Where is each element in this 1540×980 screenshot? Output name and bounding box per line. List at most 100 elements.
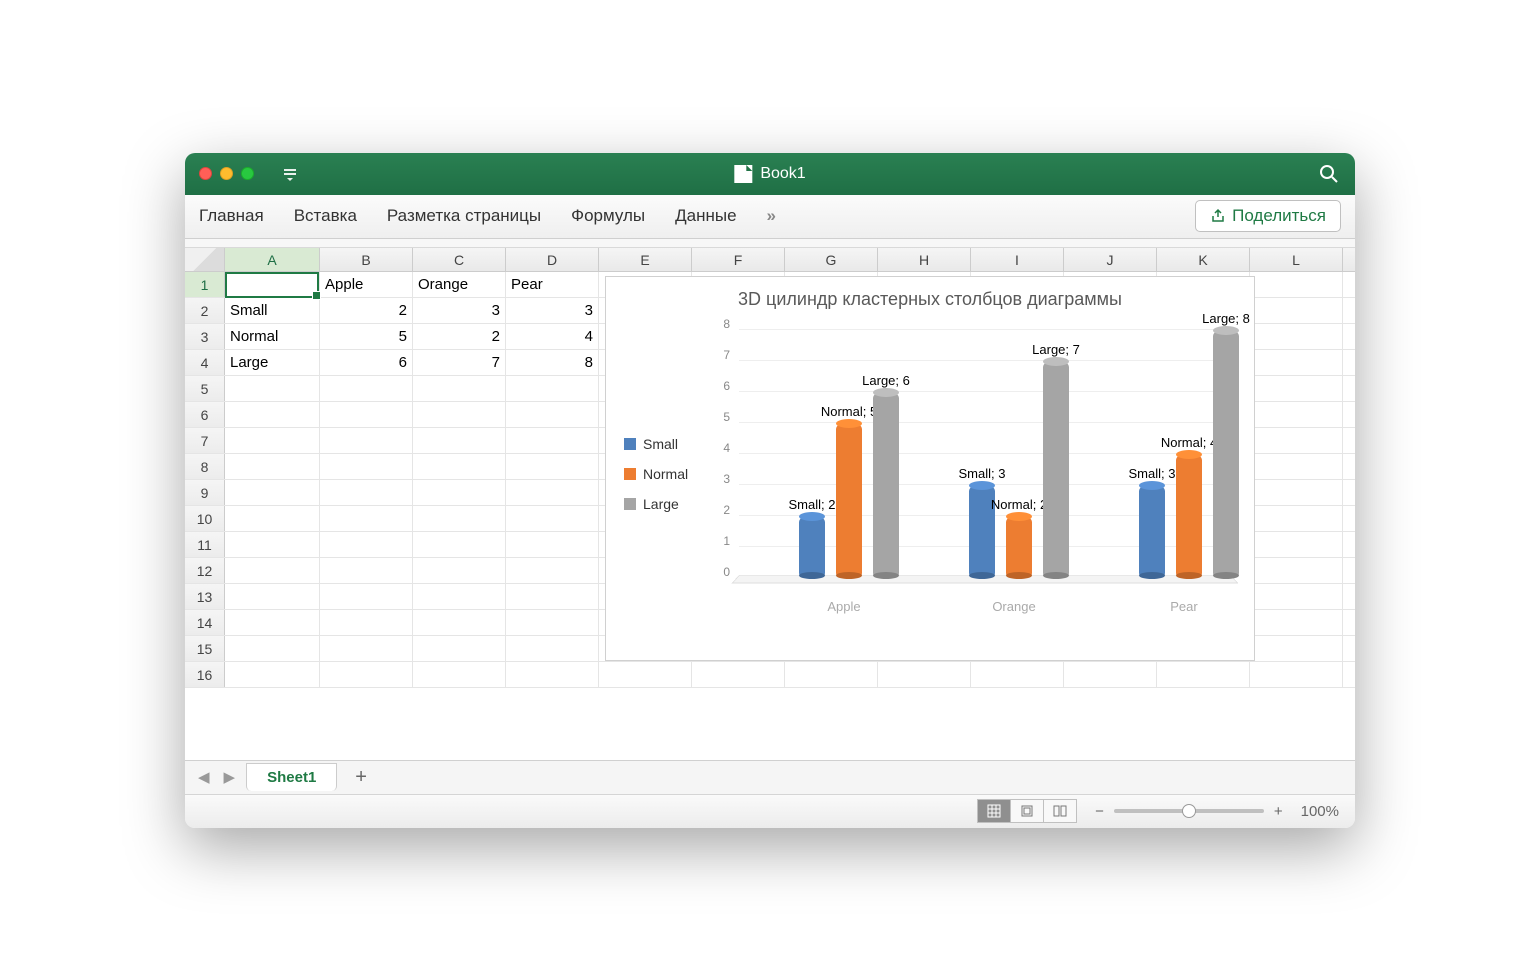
column-header-E[interactable]: E <box>599 248 692 271</box>
cell-D15[interactable] <box>506 636 599 661</box>
column-header-L[interactable]: L <box>1250 248 1343 271</box>
cell-C2[interactable]: 3 <box>413 298 506 323</box>
bar[interactable]: Normal; 5 <box>836 422 862 577</box>
cell-D2[interactable]: 3 <box>506 298 599 323</box>
cell-G16[interactable] <box>785 662 878 687</box>
cell-D4[interactable]: 8 <box>506 350 599 375</box>
cell-A13[interactable] <box>225 584 320 609</box>
zoom-level[interactable]: 100% <box>1301 803 1339 820</box>
tabs-overflow-button[interactable]: » <box>767 206 776 226</box>
cell-D9[interactable] <box>506 480 599 505</box>
cell-A3[interactable]: Normal <box>225 324 320 349</box>
row-header-11[interactable]: 11 <box>185 532 225 557</box>
row-header-12[interactable]: 12 <box>185 558 225 583</box>
column-header-F[interactable]: F <box>692 248 785 271</box>
cell-A2[interactable]: Small <box>225 298 320 323</box>
cell-B11[interactable] <box>320 532 413 557</box>
cell-C6[interactable] <box>413 402 506 427</box>
column-header-C[interactable]: C <box>413 248 506 271</box>
cell-B12[interactable] <box>320 558 413 583</box>
sheet-prev-button[interactable]: ◀ <box>195 768 213 786</box>
row-header-13[interactable]: 13 <box>185 584 225 609</box>
cell-C12[interactable] <box>413 558 506 583</box>
cell-E16[interactable] <box>599 662 692 687</box>
cell-A15[interactable] <box>225 636 320 661</box>
cell-A14[interactable] <box>225 610 320 635</box>
tab-formulas[interactable]: Формулы <box>571 206 645 226</box>
share-button[interactable]: Поделиться <box>1195 200 1341 232</box>
row-header-8[interactable]: 8 <box>185 454 225 479</box>
cell-H16[interactable] <box>878 662 971 687</box>
cell-B1[interactable]: Apple <box>320 272 413 297</box>
cell-L6[interactable] <box>1250 402 1343 427</box>
cell-B8[interactable] <box>320 454 413 479</box>
cell-L14[interactable] <box>1250 610 1343 635</box>
cell-B5[interactable] <box>320 376 413 401</box>
cell-L8[interactable] <box>1250 454 1343 479</box>
cell-F16[interactable] <box>692 662 785 687</box>
column-header-J[interactable]: J <box>1064 248 1157 271</box>
cell-B16[interactable] <box>320 662 413 687</box>
cell-L3[interactable] <box>1250 324 1343 349</box>
cell-A12[interactable] <box>225 558 320 583</box>
cell-C9[interactable] <box>413 480 506 505</box>
cell-D1[interactable]: Pear <box>506 272 599 297</box>
cell-L2[interactable] <box>1250 298 1343 323</box>
spreadsheet-grid[interactable]: ABCDEFGHIJKL 1AppleOrangePear2Small2333N… <box>185 248 1355 760</box>
cell-C1[interactable]: Orange <box>413 272 506 297</box>
column-header-A[interactable]: A <box>225 248 320 271</box>
row-header-15[interactable]: 15 <box>185 636 225 661</box>
bar[interactable]: Large; 7 <box>1043 360 1069 577</box>
cell-B13[interactable] <box>320 584 413 609</box>
cell-D12[interactable] <box>506 558 599 583</box>
cell-B4[interactable]: 6 <box>320 350 413 375</box>
cell-A6[interactable] <box>225 402 320 427</box>
column-header-D[interactable]: D <box>506 248 599 271</box>
tab-data[interactable]: Данные <box>675 206 736 226</box>
cell-L12[interactable] <box>1250 558 1343 583</box>
cell-L10[interactable] <box>1250 506 1343 531</box>
search-button[interactable] <box>1319 164 1339 184</box>
cell-D11[interactable] <box>506 532 599 557</box>
bar[interactable]: Small; 3 <box>1139 484 1165 577</box>
tab-insert[interactable]: Вставка <box>294 206 357 226</box>
bar[interactable]: Large; 6 <box>873 391 899 577</box>
cell-C13[interactable] <box>413 584 506 609</box>
row-header-10[interactable]: 10 <box>185 506 225 531</box>
tab-home[interactable]: Главная <box>199 206 264 226</box>
cell-D16[interactable] <box>506 662 599 687</box>
bar[interactable]: Normal; 4 <box>1176 453 1202 577</box>
cell-L9[interactable] <box>1250 480 1343 505</box>
cell-D5[interactable] <box>506 376 599 401</box>
sheet-next-button[interactable]: ▶ <box>221 768 239 786</box>
cell-A5[interactable] <box>225 376 320 401</box>
cell-I16[interactable] <box>971 662 1064 687</box>
row-header-2[interactable]: 2 <box>185 298 225 323</box>
cell-L16[interactable] <box>1250 662 1343 687</box>
cell-D7[interactable] <box>506 428 599 453</box>
cell-B2[interactable]: 2 <box>320 298 413 323</box>
cell-C3[interactable]: 2 <box>413 324 506 349</box>
cell-C14[interactable] <box>413 610 506 635</box>
cell-B7[interactable] <box>320 428 413 453</box>
column-header-I[interactable]: I <box>971 248 1064 271</box>
cell-A7[interactable] <box>225 428 320 453</box>
select-all-corner[interactable] <box>185 248 225 271</box>
cell-J16[interactable] <box>1064 662 1157 687</box>
view-page-break-button[interactable] <box>1043 799 1077 823</box>
zoom-in-button[interactable]: + <box>1274 803 1283 820</box>
cell-D3[interactable]: 4 <box>506 324 599 349</box>
cell-C15[interactable] <box>413 636 506 661</box>
cell-B15[interactable] <box>320 636 413 661</box>
row-header-3[interactable]: 3 <box>185 324 225 349</box>
cell-L15[interactable] <box>1250 636 1343 661</box>
zoom-out-button[interactable]: − <box>1095 803 1104 820</box>
cell-B14[interactable] <box>320 610 413 635</box>
cell-C4[interactable]: 7 <box>413 350 506 375</box>
bar[interactable]: Large; 8 <box>1213 329 1239 577</box>
cell-C11[interactable] <box>413 532 506 557</box>
cell-L13[interactable] <box>1250 584 1343 609</box>
cell-C10[interactable] <box>413 506 506 531</box>
cell-L1[interactable] <box>1250 272 1343 297</box>
cell-A8[interactable] <box>225 454 320 479</box>
